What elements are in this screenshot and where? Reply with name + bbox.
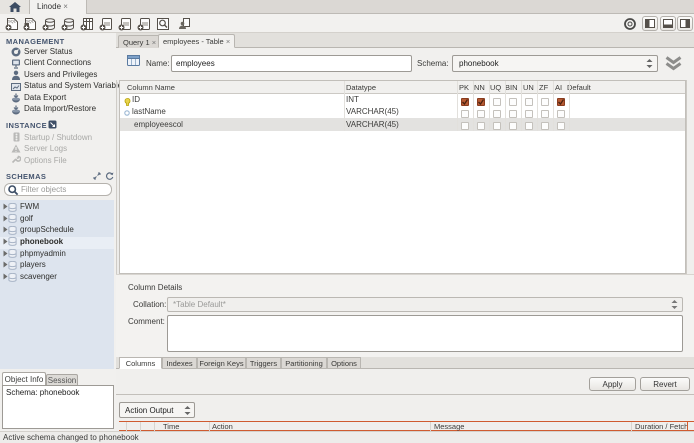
- svg-text:SQL: SQL: [26, 19, 35, 24]
- svg-text:SQL: SQL: [8, 19, 17, 24]
